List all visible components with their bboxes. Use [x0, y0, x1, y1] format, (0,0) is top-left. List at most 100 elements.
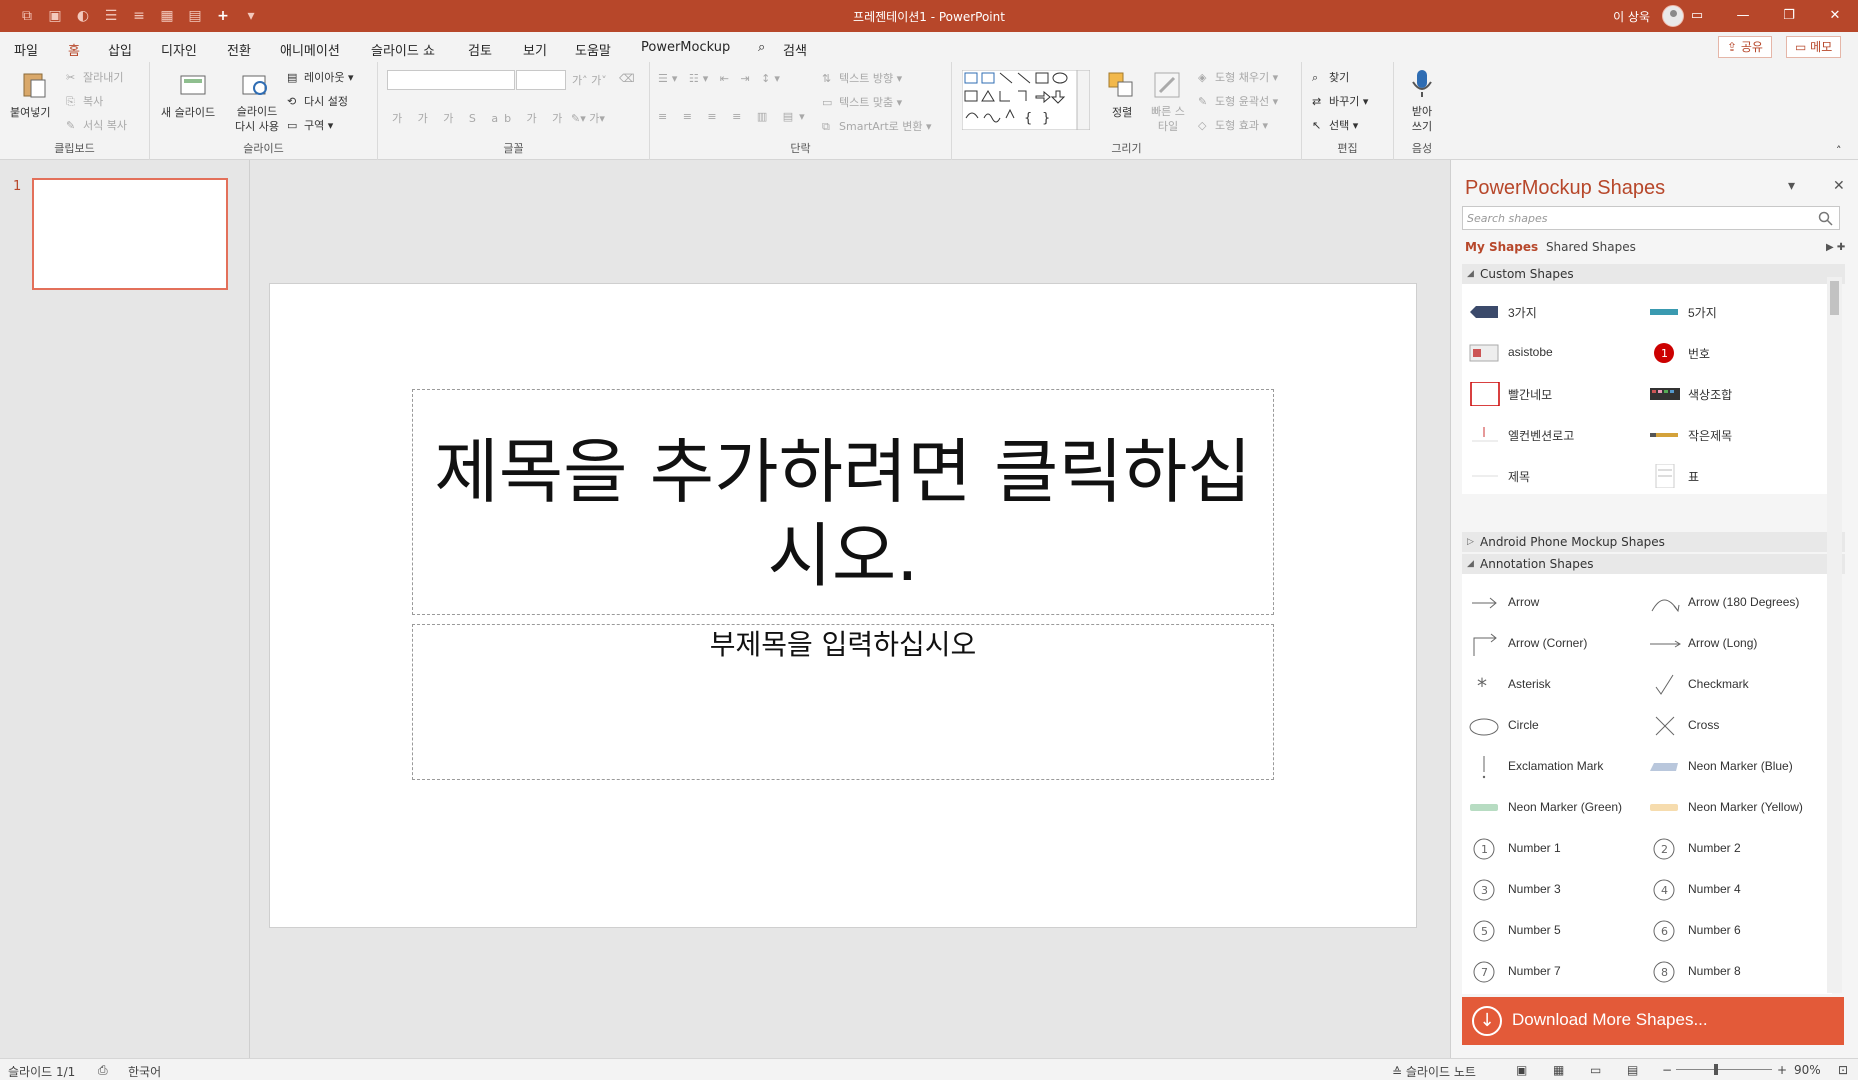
close-button[interactable]: ✕ — [1812, 0, 1858, 32]
shape-item[interactable]: 6 Number 6 — [1642, 916, 1822, 946]
scrollbar-thumb[interactable] — [1830, 281, 1839, 315]
collapse-ribbon-icon[interactable]: ˄ — [1836, 144, 1842, 157]
copy-button[interactable]: ⎘ 복사 — [66, 93, 103, 109]
search-icon[interactable] — [1818, 211, 1833, 226]
accessibility-icon[interactable]: ⎙ — [98, 1063, 108, 1078]
new-slide-icon[interactable] — [178, 70, 208, 100]
zoom-slider-thumb[interactable] — [1714, 1064, 1718, 1075]
slideshow-icon[interactable]: ▤ — [1627, 1063, 1638, 1077]
fit-to-window-icon[interactable]: ⊡ — [1838, 1063, 1848, 1077]
shape-item[interactable]: Arrow (Long) — [1642, 629, 1822, 659]
shape-item[interactable]: 3가지 — [1462, 297, 1642, 327]
section-annotation-shapes[interactable]: ◢ Annotation Shapes — [1462, 554, 1845, 574]
paste-icon[interactable] — [19, 70, 49, 100]
quick-styles-button[interactable]: 빠른 스타일 — [1148, 104, 1188, 134]
minimize-button[interactable]: — — [1720, 0, 1766, 32]
shape-item[interactable]: Arrow (180 Degrees) — [1642, 588, 1822, 618]
shape-item[interactable]: 8 Number 8 — [1642, 957, 1822, 987]
new-slide-button[interactable]: 새 슬라이드 — [161, 104, 215, 120]
shape-item[interactable]: Neon Marker (Blue) — [1642, 752, 1822, 782]
reuse-slides-icon[interactable] — [240, 70, 270, 100]
shape-item[interactable]: Arrow (Corner) — [1462, 629, 1642, 659]
shape-item[interactable]: Checkmark — [1642, 670, 1822, 700]
shape-item[interactable]: 색상조합 — [1642, 379, 1822, 409]
shape-item[interactable]: 제목 — [1462, 461, 1642, 491]
arrange-button[interactable]: 정렬 — [1112, 104, 1132, 120]
language-indicator[interactable]: 한국어 — [128, 1063, 161, 1080]
align-buttons[interactable]: ≡ ≡ ≡ ≡ ▥ ▤▾ — [658, 110, 811, 123]
shapes-gallery[interactable]: {} — [962, 70, 1090, 130]
panel-expand-icons[interactable]: ▶ ✚ — [1826, 242, 1845, 253]
tab-powermockup[interactable]: PowerMockup — [641, 40, 730, 55]
shape-item[interactable]: 표 — [1642, 461, 1822, 491]
download-more-shapes-button[interactable]: Download More Shapes... — [1462, 997, 1844, 1045]
tab-search[interactable]: 검색 — [783, 40, 807, 59]
dictate-button[interactable]: 받아 쓰기 — [1406, 104, 1438, 134]
zoom-out-button[interactable]: − — [1662, 1063, 1672, 1077]
shape-item[interactable]: 7 Number 7 — [1462, 957, 1642, 987]
tab-view[interactable]: 보기 — [523, 40, 547, 59]
quick-styles-icon[interactable] — [1152, 70, 1182, 100]
select-button[interactable]: ↖ 선택 ▾ — [1312, 117, 1358, 133]
shape-item[interactable]: 4 Number 4 — [1642, 875, 1822, 905]
tab-design[interactable]: 디자인 — [161, 40, 197, 59]
tab-home[interactable]: 홈 — [68, 40, 80, 65]
shape-item[interactable]: 1 번호 — [1642, 338, 1822, 368]
microphone-icon[interactable] — [1407, 68, 1437, 98]
section-custom-shapes[interactable]: ◢ Custom Shapes — [1462, 264, 1845, 284]
text-direction-button[interactable]: ⇅ 텍스트 방향 ▾ — [822, 70, 902, 86]
slide-canvas[interactable]: 제목을 추가하려면 클릭하십시오. 부제목을 입력하십시오 — [269, 283, 1417, 928]
share-button[interactable]: ⇪ 공유 — [1718, 36, 1772, 58]
layout-button[interactable]: ▤ 레이아웃 ▾ — [287, 69, 354, 85]
normal-view-icon[interactable]: ▣ — [1516, 1063, 1527, 1077]
slide-thumbnail[interactable] — [32, 178, 228, 290]
search-input[interactable]: Search shapes — [1462, 206, 1840, 230]
cut-button[interactable]: ✂ 잘라내기 — [66, 69, 123, 85]
list-buttons[interactable]: ☰▾ ☷▾ ⇤ ⇥ ↕▾ — [658, 72, 784, 85]
tab-transitions[interactable]: 전환 — [227, 40, 251, 59]
shape-item[interactable]: Arrow — [1462, 588, 1642, 618]
slide-sorter-icon[interactable]: ▦ — [1553, 1063, 1564, 1077]
reuse-slides-button[interactable]: 슬라이드 다시 사용 — [230, 104, 284, 134]
shape-item[interactable]: 1 Number 1 — [1462, 834, 1642, 864]
grow-shrink-font-buttons[interactable]: 가˄ 가˅ — [572, 72, 607, 88]
shape-fill-button[interactable]: ◈ 도형 채우기 ▾ — [1198, 69, 1278, 85]
ribbon-display-options-button[interactable]: ▭ — [1674, 0, 1720, 32]
tab-my-shapes[interactable]: My Shapes — [1465, 240, 1538, 254]
tab-insert[interactable]: 삽입 — [108, 40, 132, 59]
find-button[interactable]: ⌕ 찾기 — [1312, 69, 1349, 85]
section-android-shapes[interactable]: ▷ Android Phone Mockup Shapes — [1462, 532, 1845, 552]
zoom-slider-track[interactable] — [1676, 1069, 1772, 1070]
font-size-box[interactable] — [516, 70, 566, 90]
shape-effects-button[interactable]: ◇ 도형 효과 ▾ — [1198, 117, 1268, 133]
shape-item[interactable]: 엘컨벤션로고 — [1462, 420, 1642, 450]
replace-button[interactable]: ⇄ 바꾸기 ▾ — [1312, 93, 1368, 109]
shape-item[interactable]: 5 Number 5 — [1462, 916, 1642, 946]
zoom-level[interactable]: 90% — [1794, 1063, 1821, 1077]
tab-animations[interactable]: 애니메이션 — [280, 40, 340, 59]
shape-item[interactable]: 작은제목 — [1642, 420, 1822, 450]
shape-item[interactable]: Neon Marker (Green) — [1462, 793, 1642, 823]
shape-item[interactable]: 5가지 — [1642, 297, 1822, 327]
restore-button[interactable]: ❐ — [1766, 0, 1812, 32]
shape-item[interactable]: Exclamation Mark — [1462, 752, 1642, 782]
tab-review[interactable]: 검토 — [468, 40, 492, 59]
tab-file[interactable]: 파일 — [14, 40, 38, 59]
shape-item[interactable]: asistobe — [1462, 338, 1642, 368]
smartart-button[interactable]: ⧉ SmartArt로 변환 ▾ — [822, 118, 932, 134]
search-icon[interactable]: ⌕ — [758, 40, 765, 55]
tab-help[interactable]: 도움말 — [575, 40, 611, 59]
panel-options-icon[interactable]: ▾ — [1788, 178, 1795, 194]
arrange-icon[interactable] — [1106, 70, 1136, 100]
shape-item[interactable]: 빨간네모 — [1462, 379, 1642, 409]
shape-item[interactable]: Cross — [1642, 711, 1822, 741]
shape-item[interactable]: 3 Number 3 — [1462, 875, 1642, 905]
notes-button[interactable]: ≙ 슬라이드 노트 — [1392, 1063, 1476, 1080]
font-style-buttons[interactable]: 가 가 가 S ab 가 가 — [392, 110, 568, 126]
zoom-in-button[interactable]: + — [1777, 1063, 1787, 1077]
clear-format-icon[interactable]: ⌫ — [619, 72, 635, 85]
tab-shared-shapes[interactable]: Shared Shapes — [1546, 240, 1636, 254]
reading-view-icon[interactable]: ▭ — [1590, 1063, 1601, 1077]
tab-slideshow[interactable]: 슬라이드 쇼 — [371, 40, 435, 59]
shape-item[interactable]: * Asterisk — [1462, 670, 1642, 700]
